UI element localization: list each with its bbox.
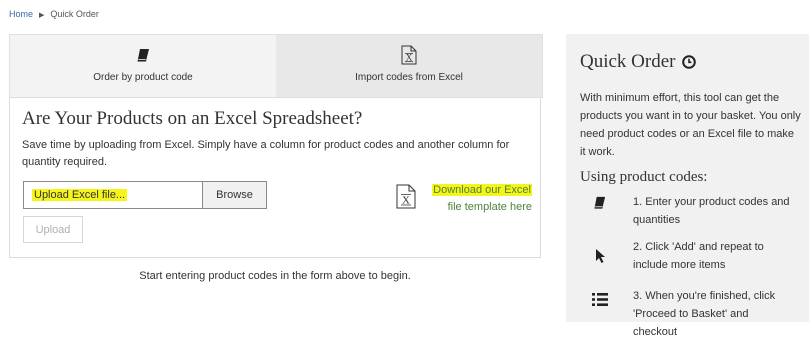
upload-button[interactable]: Upload	[23, 216, 83, 243]
tab-import-codes-from-excel[interactable]: X Import codes from Excel	[276, 35, 542, 98]
svg-text:X: X	[406, 53, 413, 63]
sidebar-title: Quick Order	[580, 51, 696, 73]
clock-icon	[681, 55, 696, 69]
download-link-line2: file template here	[447, 201, 532, 213]
book-icon	[136, 44, 151, 66]
sidebar-title-text: Quick Order	[580, 51, 676, 72]
start-hint: Start entering product codes in the form…	[139, 270, 411, 282]
breadcrumb: Home ▶ Quick Order	[9, 9, 99, 19]
panel-heading: Are Your Products on an Excel Spreadshee…	[22, 108, 363, 129]
step-text: 2. Click 'Add' and repeat to include mor…	[633, 241, 764, 271]
file-input-value: Upload Excel file...	[32, 189, 128, 201]
order-tabs: Order by product code X Import codes fro…	[9, 34, 543, 98]
list-icon	[588, 287, 612, 341]
browse-button[interactable]: Browse	[203, 181, 267, 209]
excel-file-icon: X	[401, 44, 417, 66]
quick-order-sidebar: Quick Order With minimum effort, this to…	[566, 34, 809, 338]
cursor-arrow-icon	[588, 238, 612, 274]
sidebar-subheading: Using product codes:	[580, 169, 708, 185]
breadcrumb-home-link[interactable]: Home	[9, 9, 33, 19]
tab-label: Order by product code	[93, 72, 193, 83]
step-text: 3. When you're finished, click 'Proceed …	[633, 290, 776, 338]
step-1: 1. Enter your product codes and quantiti…	[588, 193, 798, 229]
excel-template-icon: X	[396, 184, 416, 214]
excel-import-panel: Are Your Products on an Excel Spreadshee…	[9, 97, 541, 258]
step-text: 1. Enter your product codes and quantiti…	[633, 196, 790, 226]
step-3: 3. When you're finished, click 'Proceed …	[588, 287, 798, 341]
breadcrumb-current: Quick Order	[50, 9, 99, 19]
book-icon	[588, 193, 612, 229]
sidebar-intro: With minimum effort, this tool can get t…	[580, 92, 801, 158]
file-upload-row: Upload Excel file... Browse	[23, 181, 267, 209]
panel-description: Save time by uploading from Excel. Simpl…	[22, 139, 510, 168]
breadcrumb-separator-icon: ▶	[39, 12, 45, 19]
step-2: 2. Click 'Add' and repeat to include mor…	[588, 238, 798, 274]
download-link-line1: Download our Excel	[432, 184, 532, 196]
tab-label: Import codes from Excel	[355, 72, 463, 83]
excel-file-input[interactable]: Upload Excel file...	[23, 181, 203, 209]
download-template-link[interactable]: Download our Excel file template here	[430, 182, 532, 216]
tab-order-by-product-code[interactable]: Order by product code	[10, 35, 276, 98]
